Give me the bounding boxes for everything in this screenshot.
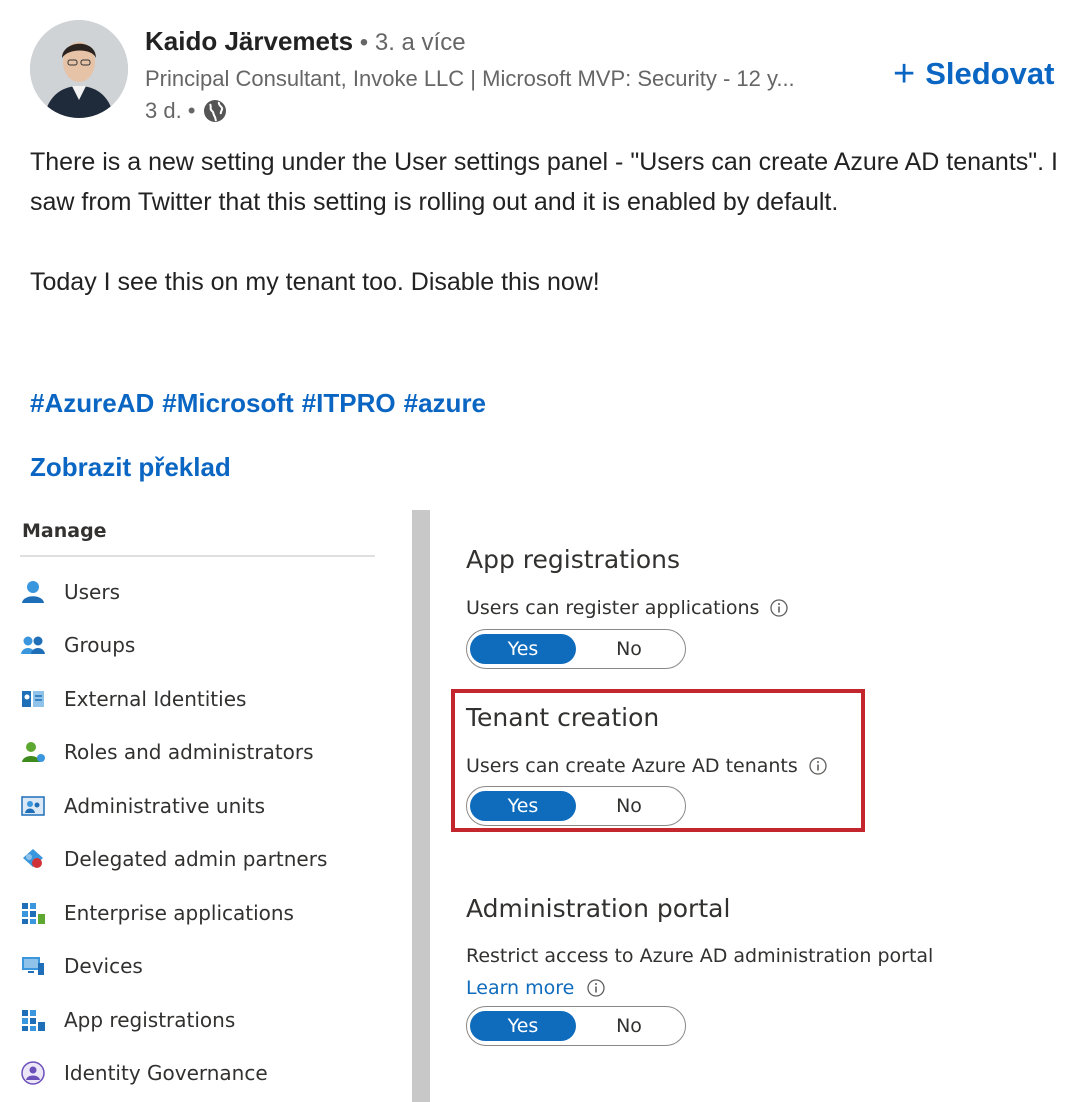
setting-label-text: Users can create Azure AD tenants [466,755,798,777]
nav-item-label: Devices [64,954,143,979]
restrict-portal-toggle[interactable]: Yes No [466,1006,686,1046]
toggle-yes-option[interactable]: Yes [470,1011,576,1041]
panel-divider [412,510,430,1102]
nav-item-label: External Identities [64,686,247,711]
create-tenants-label: Users can create Azure AD tenants [466,755,828,777]
restrict-portal-label: Restrict access to Azure AD administrati… [466,945,934,967]
nav-item-identity-governance[interactable]: Identity Governance [20,1047,327,1101]
nav-item-label: Groups [64,633,136,658]
author-headline: Principal Consultant, Invoke LLC | Micro… [145,66,795,91]
follow-label: Sledovat [925,56,1055,91]
manage-heading: Manage [22,520,107,542]
nav-item-groups[interactable]: Groups [20,619,327,673]
nav-item-app-registrations[interactable]: App registrations [20,993,327,1047]
nav-item-label: Delegated admin partners [64,847,328,872]
nav-item-users[interactable]: Users [20,565,327,619]
toggle-no-option[interactable]: No [576,1011,682,1041]
hashtag-link[interactable]: #ITPRO [302,388,396,419]
nav-item-delegated-admin-partners[interactable]: Delegated admin partners [20,833,327,887]
devices-icon [20,953,46,979]
nav-item-external-identities[interactable]: External Identities [20,672,327,726]
toggle-yes-option[interactable]: Yes [470,634,576,664]
nav-item-label: Enterprise applications [64,900,294,925]
nav-item-label: Roles and administrators [64,740,314,765]
setting-label-text: Users can register applications [466,597,760,619]
author-name[interactable]: Kaido Järvemets [145,26,353,56]
register-applications-label: Users can register applications [466,597,789,619]
nav-item-roles[interactable]: Roles and administrators [20,726,327,780]
post-image-azure-settings[interactable]: Manage Users Groups External Identities … [0,505,1080,1102]
divider [20,555,375,557]
hashtag-link[interactable]: #Microsoft [162,388,293,419]
avatar[interactable] [30,20,128,118]
hashtag-link[interactable]: #AzureAD [30,388,154,419]
user-icon [20,579,46,605]
hashtag-link[interactable]: #azure [404,388,486,419]
administration-portal-heading: Administration portal [466,894,731,923]
toggle-no-option[interactable]: No [576,791,682,821]
app-registrations-icon [20,1007,46,1033]
follow-button[interactable]: + Sledovat [893,55,1054,93]
groups-icon [20,632,46,658]
enterprise-apps-icon [20,900,46,926]
nav-item-label: Users [64,579,121,604]
info-icon[interactable] [769,598,789,618]
info-icon[interactable] [586,978,606,998]
post-age: 3 d. • [145,98,196,123]
post-time: 3 d. • [145,98,228,124]
info-icon[interactable] [808,756,828,776]
external-identities-icon [20,686,46,712]
tenant-creation-heading: Tenant creation [466,703,660,732]
identity-governance-icon [20,1060,46,1086]
roles-icon [20,739,46,765]
learn-more-link[interactable]: Learn more [466,977,574,999]
create-tenants-toggle[interactable]: Yes No [466,786,686,826]
nav-item-label: Administrative units [64,793,266,818]
nav-item-label: Identity Governance [64,1061,268,1086]
hashtags: #AzureAD #Microsoft #ITPRO #azure [30,388,486,419]
nav-item-devices[interactable]: Devices [20,940,327,994]
nav-item-administrative-units[interactable]: Administrative units [20,779,327,833]
post-text: There is a new setting under the User se… [30,142,1060,302]
register-applications-toggle[interactable]: Yes No [466,629,686,669]
author-line: Kaido Järvemets • 3. a více [145,26,466,57]
post-paragraph-2: Today I see this on my tenant too. Disab… [30,268,600,296]
nav-item-enterprise-applications[interactable]: Enterprise applications [20,886,327,940]
post-paragraph-1: There is a new setting under the User se… [30,148,1058,216]
toggle-no-option[interactable]: No [576,634,682,664]
toggle-yes-option[interactable]: Yes [470,791,576,821]
nav-item-label: App registrations [64,1007,236,1032]
connection-degree: • 3. a více [353,29,466,56]
globe-icon [202,98,228,124]
app-registrations-heading: App registrations [466,545,681,574]
delegated-partners-icon [20,846,46,872]
admin-units-icon [20,793,46,819]
show-translation-link[interactable]: Zobrazit překlad [30,452,231,483]
plus-icon: + [893,53,916,95]
manage-nav: Users Groups External Identities Roles a… [20,565,327,1100]
learn-more-row: Learn more [466,977,606,999]
